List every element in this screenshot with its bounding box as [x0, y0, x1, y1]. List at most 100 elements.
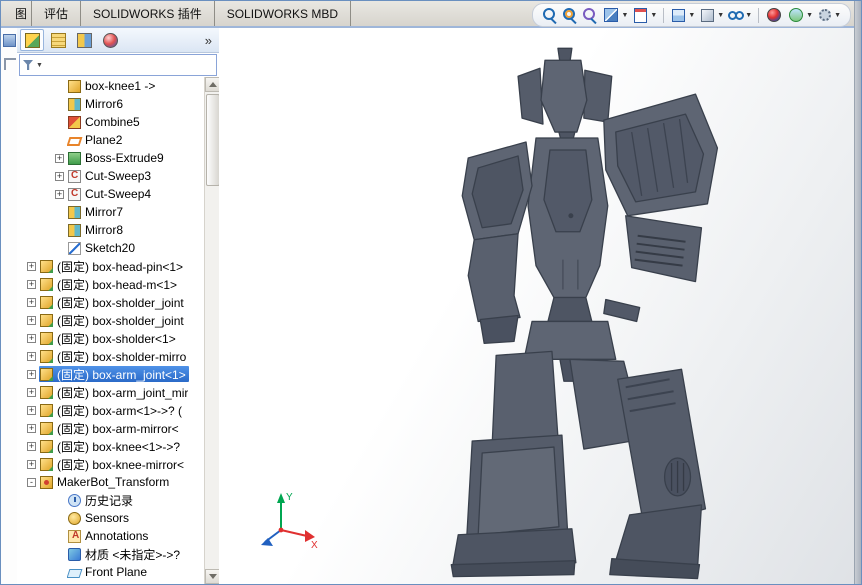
tree-item[interactable]: +Boss-Extrude9: [17, 149, 204, 167]
tree-item-main[interactable]: 材质 <未指定>->?: [67, 546, 183, 562]
panel-expand-button[interactable]: »: [201, 33, 216, 48]
expand-toggle[interactable]: +: [27, 334, 36, 343]
tree-item-main[interactable]: (固定) box-knee<1>->?: [39, 438, 183, 454]
ribbon-tab[interactable]: SOLIDWORKS 插件: [81, 1, 215, 26]
tree-item[interactable]: +Cut-Sweep3: [17, 167, 204, 185]
tree-item[interactable]: Plane2: [17, 131, 204, 149]
tree-item-main[interactable]: (固定) box-arm<1>->? (: [39, 402, 185, 418]
tree-item-main[interactable]: (固定) box-head-pin<1>: [39, 258, 186, 274]
ribbon-tab[interactable]: 评估: [32, 1, 81, 26]
tree-item[interactable]: +(固定) box-arm<1>->? (: [17, 401, 204, 419]
tree-item-main[interactable]: Cut-Sweep3: [67, 168, 154, 184]
tree-item[interactable]: +(固定) box-sholder<1>: [17, 329, 204, 347]
expand-toggle[interactable]: +: [27, 424, 36, 433]
edit-appearance-button[interactable]: [765, 6, 783, 24]
expand-toggle[interactable]: +: [27, 280, 36, 289]
tree-item-main[interactable]: Boss-Extrude9: [67, 150, 167, 166]
tree-item[interactable]: Annotations: [17, 527, 204, 545]
tree-item[interactable]: 历史记录: [17, 491, 204, 509]
tree-item[interactable]: +(固定) box-knee-mirror<: [17, 455, 204, 473]
expand-toggle[interactable]: +: [27, 406, 36, 415]
tree-item[interactable]: +(固定) box-sholder_joint: [17, 311, 204, 329]
tree-item-main[interactable]: Sketch20: [67, 240, 138, 256]
zoom-to-fit-button[interactable]: [542, 7, 558, 23]
tree-item[interactable]: Mirror7: [17, 203, 204, 221]
chevron-down-icon[interactable]: ▼: [688, 12, 695, 19]
tree-item-main[interactable]: (固定) box-sholder<1>: [39, 330, 179, 346]
tree-item-main[interactable]: (固定) box-head-m<1>: [39, 276, 180, 292]
tree-item-main[interactable]: (固定) box-sholder-mirro: [39, 348, 189, 364]
tree-item-main[interactable]: Mirror6: [67, 96, 126, 112]
tree-item[interactable]: +(固定) box-knee<1>->?: [17, 437, 204, 455]
tree-item[interactable]: Sensors: [17, 509, 204, 527]
scroll-down-button[interactable]: [205, 569, 219, 584]
chevron-down-icon[interactable]: ▼: [717, 12, 724, 19]
tree-item[interactable]: +Cut-Sweep4: [17, 185, 204, 203]
tree-item[interactable]: +(固定) box-arm_joint_mir: [17, 383, 204, 401]
tree-item-main[interactable]: Top Plane: [67, 582, 141, 584]
tree-item[interactable]: Top Plane: [17, 581, 204, 584]
tree-item[interactable]: +(固定) box-arm-mirror<: [17, 419, 204, 437]
expand-toggle[interactable]: +: [27, 370, 36, 379]
tree-item-main[interactable]: (固定) box-arm-mirror<: [39, 420, 182, 436]
tree-item-main[interactable]: Plane2: [67, 132, 125, 148]
tree-item-main[interactable]: Front Plane: [67, 564, 150, 580]
tree-item[interactable]: Sketch20: [17, 239, 204, 257]
chevron-down-icon[interactable]: ▼: [806, 12, 813, 19]
ribbon-tab[interactable]: 图: [1, 1, 32, 26]
tree-item[interactable]: +(固定) box-sholder_joint: [17, 293, 204, 311]
chevron-down-icon[interactable]: ▼: [650, 12, 657, 19]
chevron-down-icon[interactable]: ▼: [745, 12, 752, 19]
tree-item[interactable]: box-knee1 ->: [17, 77, 204, 95]
tree-item[interactable]: 材质 <未指定>->?: [17, 545, 204, 563]
display-manager-tab[interactable]: [98, 29, 122, 51]
expand-toggle[interactable]: +: [27, 460, 36, 469]
tree-item-main[interactable]: box-knee1 ->: [67, 78, 158, 94]
expand-toggle[interactable]: +: [27, 262, 36, 271]
view-settings-button[interactable]: ▼: [817, 7, 841, 23]
expand-toggle[interactable]: +: [27, 352, 36, 361]
tree-item[interactable]: +(固定) box-arm_joint<1>: [17, 365, 204, 383]
tree-item[interactable]: +(固定) box-head-pin<1>: [17, 257, 204, 275]
tree-item-main[interactable]: Mirror8: [67, 222, 126, 238]
expand-toggle[interactable]: -: [27, 478, 36, 487]
tree-item-main[interactable]: (固定) box-knee-mirror<: [39, 456, 187, 472]
tree-item-main[interactable]: (固定) box-arm_joint_mir: [39, 384, 191, 400]
tree-item-main[interactable]: Cut-Sweep4: [67, 186, 154, 202]
apply-scene-button[interactable]: ▼: [787, 6, 813, 24]
tree-scrollbar[interactable]: [204, 77, 219, 584]
tree-item-main[interactable]: 历史记录: [67, 492, 136, 508]
expand-toggle[interactable]: +: [27, 316, 36, 325]
ribbon-tab[interactable]: SOLIDWORKS MBD: [215, 1, 351, 26]
expand-toggle[interactable]: +: [27, 298, 36, 307]
tree-item[interactable]: Mirror8: [17, 221, 204, 239]
filter-caret-icon[interactable]: ▼: [36, 62, 43, 69]
tree-filter[interactable]: ▼: [19, 54, 217, 76]
tree-item-main[interactable]: (固定) box-sholder_joint: [39, 312, 187, 328]
configuration-manager-tab[interactable]: [72, 29, 96, 51]
scroll-thumb[interactable]: [206, 94, 219, 186]
section-view-button[interactable]: ▼: [602, 6, 628, 24]
chevron-down-icon[interactable]: ▼: [834, 12, 841, 19]
tree-item-main[interactable]: Mirror7: [67, 204, 126, 220]
tree-item[interactable]: Mirror6: [17, 95, 204, 113]
feature-manager-tab[interactable]: [20, 29, 44, 51]
annotation-view-button[interactable]: ▼: [632, 7, 657, 24]
expand-toggle[interactable]: +: [55, 154, 64, 163]
zoom-to-area-button[interactable]: [562, 7, 578, 23]
tree-item[interactable]: +(固定) box-head-m<1>: [17, 275, 204, 293]
tree-item-main[interactable]: Annotations: [67, 528, 151, 544]
expand-toggle[interactable]: +: [55, 172, 64, 181]
tree-item[interactable]: Combine5: [17, 113, 204, 131]
graphics-viewport[interactable]: Y X: [219, 28, 854, 584]
tree-item-main[interactable]: Combine5: [67, 114, 143, 130]
tree-item-main[interactable]: (固定) box-sholder_joint: [39, 294, 187, 310]
display-style-button[interactable]: ▼: [699, 7, 724, 24]
tree-item[interactable]: Front Plane: [17, 563, 204, 581]
hide-show-items-button[interactable]: ▼: [728, 7, 752, 23]
expand-toggle[interactable]: +: [55, 190, 64, 199]
chevron-down-icon[interactable]: ▼: [621, 12, 628, 19]
tree-item-selected[interactable]: (固定) box-arm_joint<1>: [39, 366, 189, 382]
tree-item-main[interactable]: MakerBot_Transform: [39, 474, 172, 490]
expand-toggle[interactable]: +: [27, 442, 36, 451]
